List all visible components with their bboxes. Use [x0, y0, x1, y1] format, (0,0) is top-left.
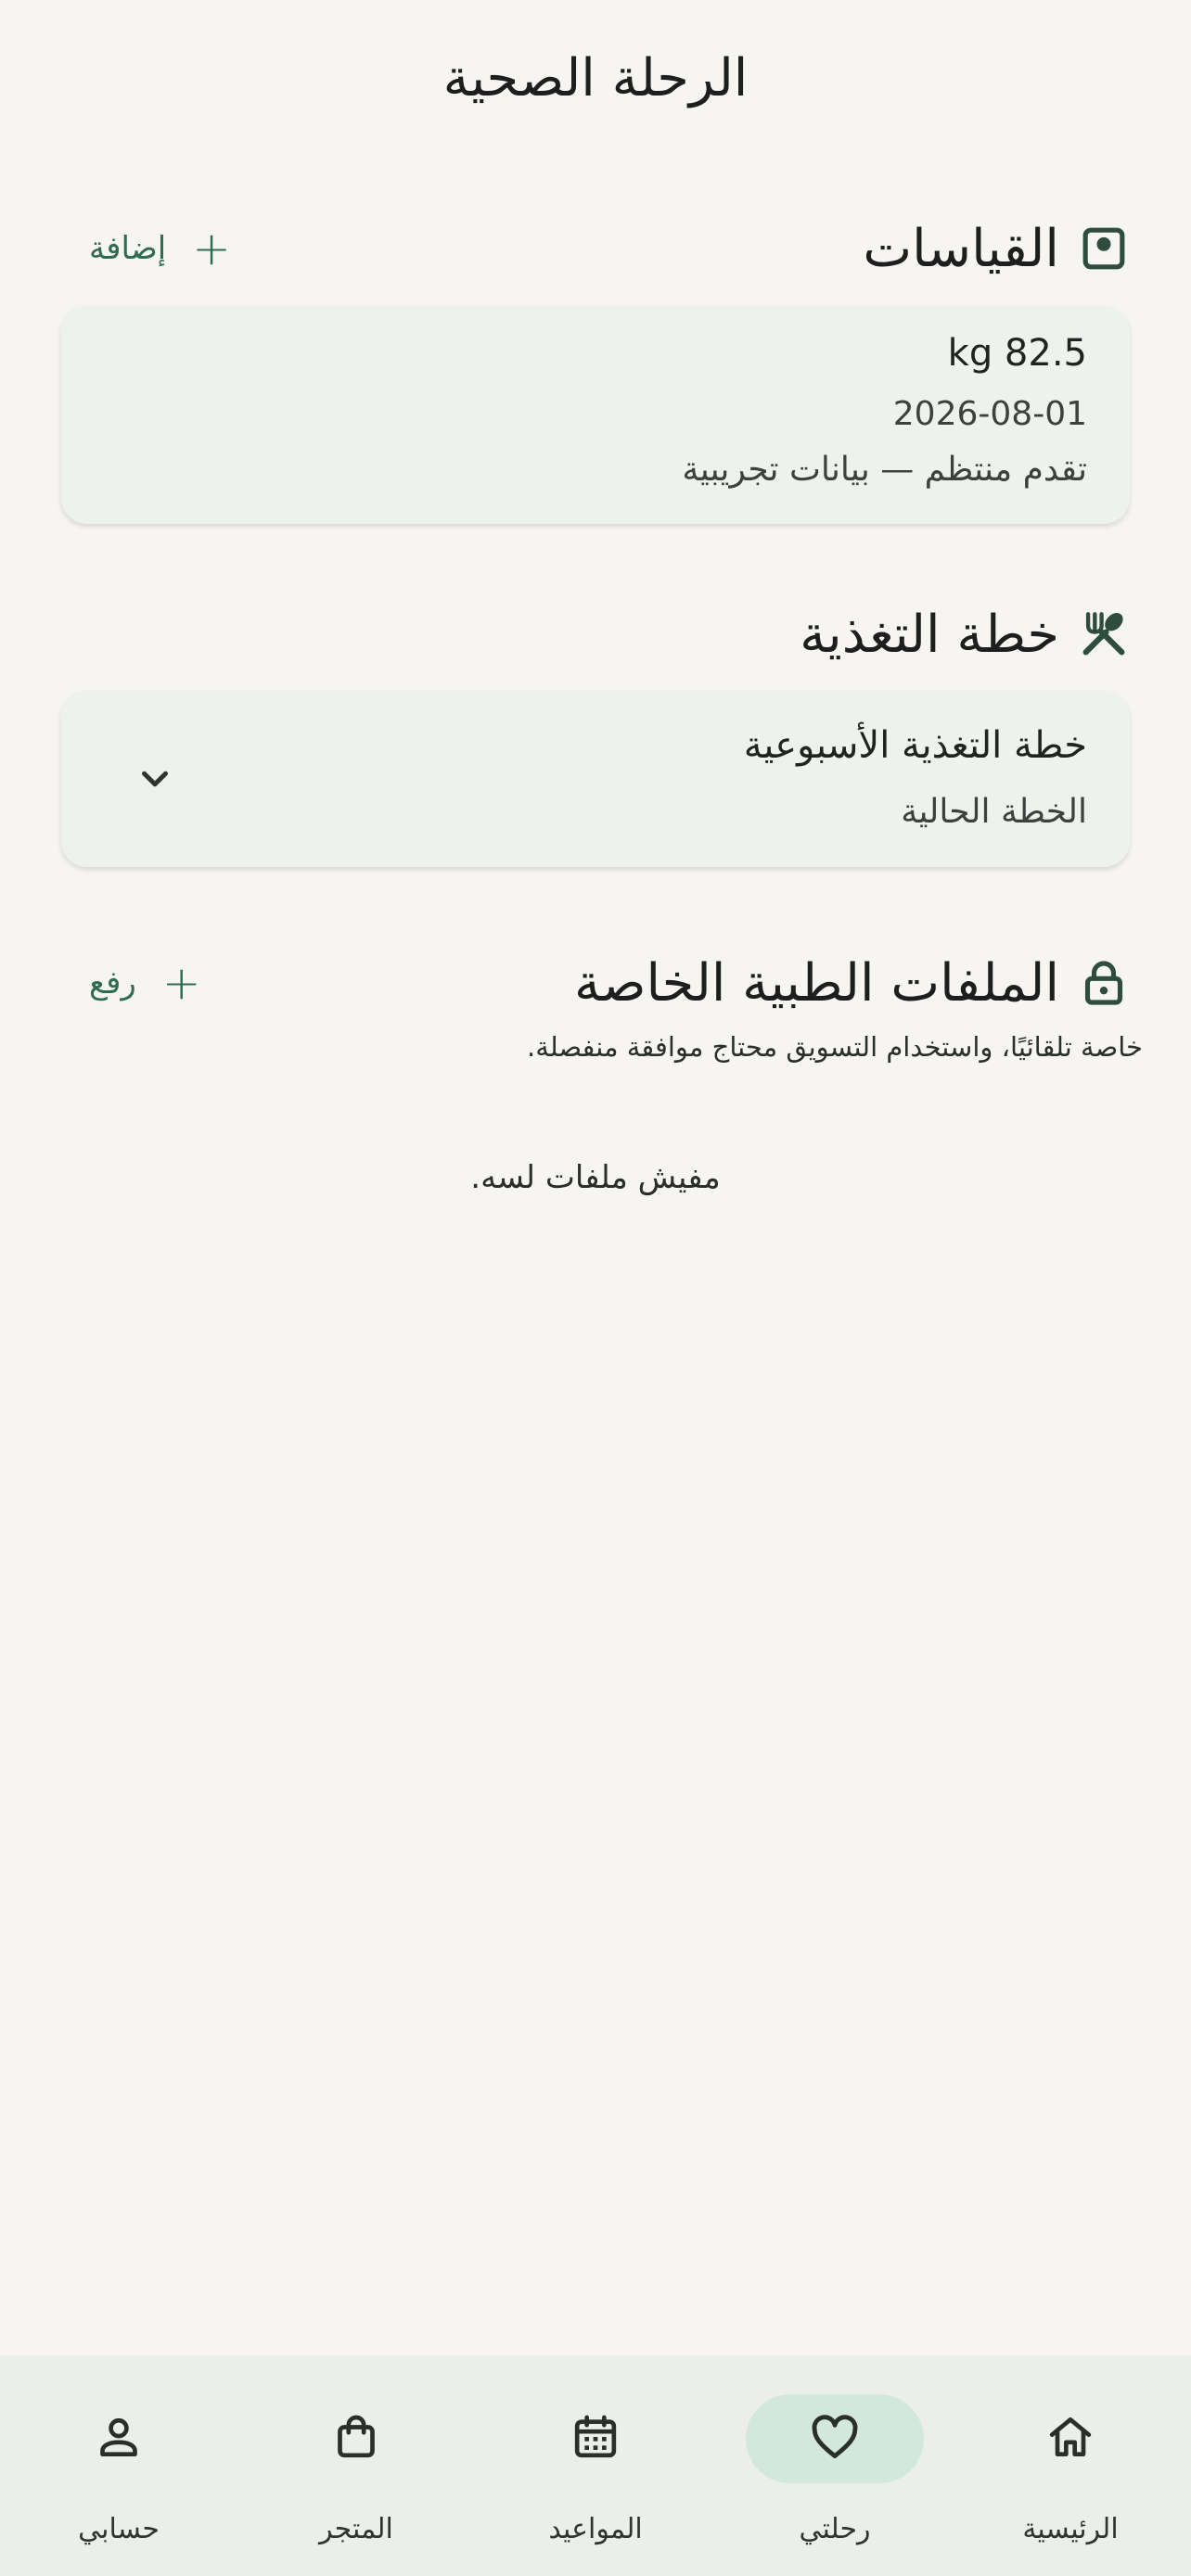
- empty-files-message: مفيش ملفات لسه.: [470, 1159, 721, 1196]
- measurement-card[interactable]: kg 82.5 2026-08-01 تقدم منتظم — بيانات ت…: [61, 306, 1130, 524]
- nav-item-home[interactable]: الرئيسية: [952, 2355, 1189, 2576]
- nav-item-account[interactable]: حسابي: [0, 2355, 237, 2576]
- plus-icon: +: [161, 956, 201, 1010]
- upload-file-button[interactable]: رفع +: [89, 950, 201, 1015]
- person-icon: [93, 2411, 145, 2467]
- measurements-title: القياسات: [863, 218, 1059, 279]
- measurement-note: تقدم منتظم — بيانات تجريبية: [682, 451, 1087, 489]
- upload-file-label: رفع: [89, 964, 136, 1001]
- nav-label-store: المتجر: [319, 2513, 393, 2545]
- nutrition-title: خطة التغذية: [800, 604, 1059, 665]
- nutrition-header: خطة التغذية: [800, 597, 1132, 671]
- medical-files-header: الملفات الطبية الخاصة: [574, 946, 1132, 1020]
- measurements-header: القياسات: [863, 211, 1132, 286]
- nav-label-my-journey: رحلتي: [799, 2513, 871, 2545]
- shopping-bag-icon: [330, 2411, 382, 2467]
- add-measurement-label: إضافة: [89, 230, 167, 267]
- calendar-icon: [570, 2411, 621, 2467]
- nav-item-my-journey[interactable]: رحلتي: [716, 2355, 954, 2576]
- plus-icon: +: [192, 222, 232, 275]
- scale-icon: [1076, 221, 1132, 276]
- nutrition-plan-card[interactable]: خطة التغذية الأسبوعية الخطة الحالية: [61, 691, 1130, 867]
- add-measurement-button[interactable]: إضافة +: [89, 216, 231, 281]
- nutrition-plan-subtitle: الخطة الحالية: [901, 793, 1087, 831]
- measurement-value: kg 82.5: [947, 332, 1087, 375]
- nav-label-account: حسابي: [78, 2513, 160, 2545]
- lock-icon: [1076, 955, 1132, 1011]
- heart-icon: [808, 2410, 862, 2468]
- utensils-icon: [1076, 606, 1132, 662]
- nav-item-store[interactable]: المتجر: [237, 2355, 475, 2576]
- chevron-down-icon[interactable]: [134, 758, 176, 804]
- bottom-navigation: الرئيسية رحلتي المواعيد المتجر حسابي: [0, 2355, 1191, 2576]
- nav-item-appointments[interactable]: المواعيد: [477, 2355, 714, 2576]
- home-icon: [1044, 2411, 1096, 2467]
- measurement-date: 2026-08-01: [892, 395, 1087, 433]
- nav-label-home: الرئيسية: [1022, 2513, 1119, 2545]
- privacy-note: خاصة تلقائيًا، واستخدام التسويق محتاج مو…: [527, 1031, 1143, 1063]
- medical-files-title: الملفات الطبية الخاصة: [573, 952, 1059, 1014]
- nav-label-appointments: المواعيد: [548, 2513, 643, 2545]
- page-title: الرحلة الصحية: [442, 48, 749, 108]
- nutrition-plan-title: خطة التغذية الأسبوعية: [743, 724, 1087, 767]
